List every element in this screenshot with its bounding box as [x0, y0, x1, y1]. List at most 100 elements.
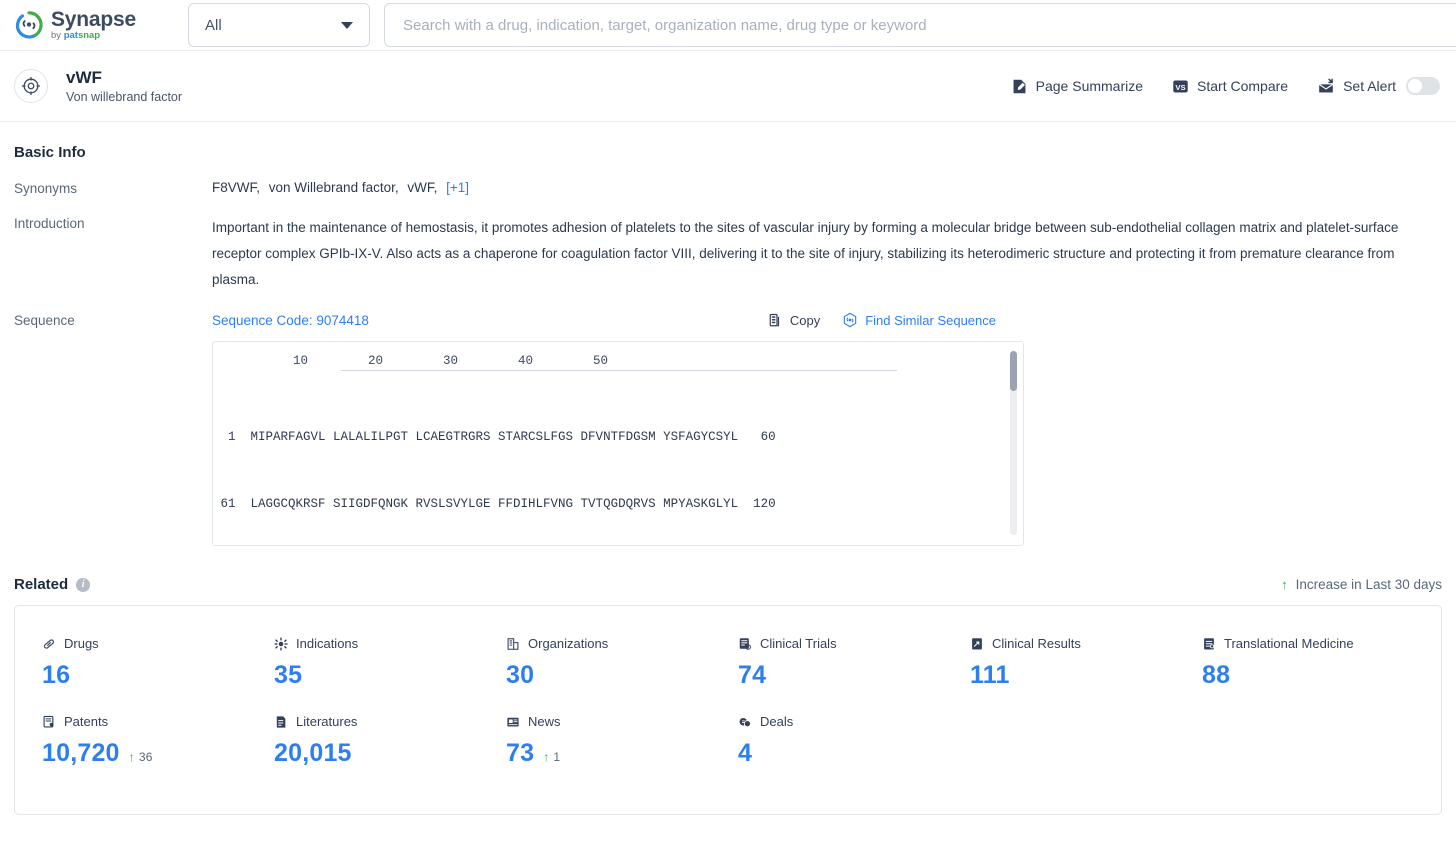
sequence-header: Sequence Code: 9074418 Copy Find Similar… [212, 312, 1442, 328]
related-item-value: 111 [970, 661, 1010, 689]
up-arrow-icon: ↑ [1281, 577, 1288, 592]
top-search-bar: Synapse by patsnap All [0, 0, 1456, 51]
literatures-icon [274, 715, 288, 729]
page-summarize-button[interactable]: Page Summarize [1011, 78, 1143, 95]
synonym-item: vWF, [407, 180, 438, 195]
synapse-logo-icon [14, 10, 44, 40]
page-title: vWF [66, 67, 102, 87]
related-item-label: Literatures [296, 714, 358, 729]
sequence-label: Sequence [14, 313, 75, 328]
entity-action-group: Page Summarize VS Start Compare Set Aler… [1011, 77, 1440, 95]
entity-subtitle: Von willebrand factor [66, 90, 183, 105]
deals-icon [738, 715, 752, 729]
related-item-clinical-results[interactable]: Clinical Results 111 [943, 636, 1175, 690]
related-item-indications[interactable]: Indications 35 [247, 636, 479, 690]
sequence-rows: 1 MIPARFAGVL LALALILPGT LCAEGTRGRS STARC… [213, 371, 1023, 545]
introduction-text: Important in the maintenance of hemostas… [212, 220, 1399, 287]
sequence-viewer[interactable]: 10 20 30 40 50 1 MIPARFAGVL LALALILPGT L… [212, 341, 1024, 546]
news-icon [506, 715, 520, 729]
copy-label: Copy [789, 312, 821, 328]
related-item-organizations[interactable]: Organizations 30 [479, 636, 711, 690]
related-item-value: 4 [738, 739, 753, 767]
related-item-value: 73 [506, 739, 535, 767]
patents-icon [42, 715, 56, 729]
info-icon[interactable]: i [76, 577, 91, 592]
organizations-icon [506, 637, 520, 651]
sequence-row: Sequence Sequence Code: 9074418 Copy Fin… [14, 312, 1442, 546]
clinical-trials-icon [738, 637, 752, 651]
sequence-body: Sequence Code: 9074418 Copy Find Similar… [212, 312, 1442, 546]
versus-icon: VS [1172, 78, 1189, 95]
find-similar-sequence-icon [842, 312, 858, 328]
increase-legend: ↑ Increase in Last 30 days [1281, 577, 1442, 592]
related-item-value: 88 [1202, 661, 1231, 689]
set-alert-toggle[interactable] [1406, 77, 1440, 95]
related-item-clinical-trials[interactable]: Clinical Trials 74 [711, 636, 943, 690]
search-box[interactable] [384, 3, 1456, 47]
set-alert-label: Set Alert [1343, 78, 1396, 94]
related-item-patents[interactable]: Patents 10,720 ↑ 36 [15, 714, 247, 768]
related-item-label: Clinical Results [992, 636, 1081, 651]
up-arrow-icon: ↑ [543, 750, 550, 764]
entity-header: vWF Von willebrand factor Page Summarize… [0, 51, 1456, 122]
related-item-value: 10,720 [42, 739, 120, 767]
entity-identity: vWF Von willebrand factor [14, 67, 183, 105]
related-item-label: News [528, 714, 561, 729]
start-compare-button[interactable]: VS Start Compare [1172, 78, 1288, 95]
related-item-label: Drugs [64, 636, 99, 651]
page-summarize-icon [1011, 78, 1028, 95]
logo-by: by [51, 30, 64, 42]
synonyms-more-link[interactable]: [+1] [446, 180, 469, 195]
target-icon [14, 68, 48, 103]
related-item-label: Deals [760, 714, 794, 729]
indications-icon [274, 637, 288, 651]
related-item-label: Translational Medicine [1224, 636, 1354, 651]
chevron-down-icon [341, 21, 353, 29]
synonyms-row: Synonyms F8VWF, von Willebrand factor, v… [14, 180, 1442, 196]
find-similar-sequence-button[interactable]: Find Similar Sequence [842, 312, 996, 328]
introduction-label: Introduction [14, 216, 85, 231]
main-content: Basic Info Synonyms F8VWF, von Willebran… [0, 144, 1456, 815]
svg-text:VS: VS [1175, 82, 1185, 91]
sequence-line: 1 MIPARFAGVL LALALILPGT LCAEGTRGRS STARC… [213, 429, 776, 444]
app-logo[interactable]: Synapse by patsnap [14, 9, 164, 41]
related-header: Related i ↑ Increase in Last 30 days [14, 576, 1442, 593]
sequence-scrollbar-thumb[interactable] [1010, 351, 1017, 391]
sequence-code-link[interactable]: Sequence Code: 9074418 [212, 313, 369, 328]
related-item-delta-value: 1 [553, 750, 561, 764]
translational-medicine-icon [1202, 637, 1216, 651]
set-alert-button[interactable]: Set Alert [1317, 77, 1440, 95]
find-similar-sequence-label: Find Similar Sequence [865, 312, 996, 328]
clinical-results-icon [970, 637, 984, 651]
search-input[interactable] [401, 15, 1440, 35]
page-summarize-label: Page Summarize [1035, 78, 1144, 94]
related-item-deals[interactable]: Deals 4 [711, 714, 943, 768]
drug-icon [42, 637, 56, 651]
sequence-scrollbar[interactable] [1010, 351, 1017, 535]
search-scope-select[interactable]: All [188, 3, 370, 47]
related-item-news[interactable]: News 73 ↑ 1 [479, 714, 711, 768]
related-item-value: 30 [506, 661, 535, 689]
related-item-label: Organizations [528, 636, 609, 651]
related-item-drugs[interactable]: Drugs 16 [15, 636, 247, 690]
basic-info-title: Basic Info [14, 144, 86, 161]
related-item-delta: ↑ 36 [129, 750, 153, 764]
sequence-line: 61 LAGGCQKRSF SIIGDFQNGK RVSLSVYLGE FFDI… [213, 497, 776, 512]
related-card: Drugs 16 Indications 35 Organizations 30… [14, 605, 1442, 815]
up-arrow-icon: ↑ [128, 750, 135, 764]
related-item-label: Indications [296, 636, 359, 651]
copy-icon [768, 313, 783, 328]
related-item-literatures[interactable]: Literatures 20,015 [247, 714, 479, 768]
related-item-delta: ↑ 1 [543, 750, 560, 764]
copy-button[interactable]: Copy [768, 313, 820, 328]
related-item-value: 74 [738, 661, 767, 689]
related-item-value: 16 [42, 661, 71, 689]
synonym-item: von Willebrand factor, [268, 180, 399, 195]
logo-pat: pat [63, 30, 78, 42]
related-item-translational-medicine[interactable]: Translational Medicine 88 [1175, 636, 1407, 690]
introduction-row: Introduction Important in the maintenanc… [14, 215, 1442, 293]
synonyms-value: F8VWF, von Willebrand factor, vWF, [+1] [212, 180, 1442, 196]
increase-legend-label: Increase in Last 30 days [1295, 577, 1442, 592]
related-item-value: 20,015 [274, 739, 352, 767]
search-scope-value: All [205, 16, 222, 34]
